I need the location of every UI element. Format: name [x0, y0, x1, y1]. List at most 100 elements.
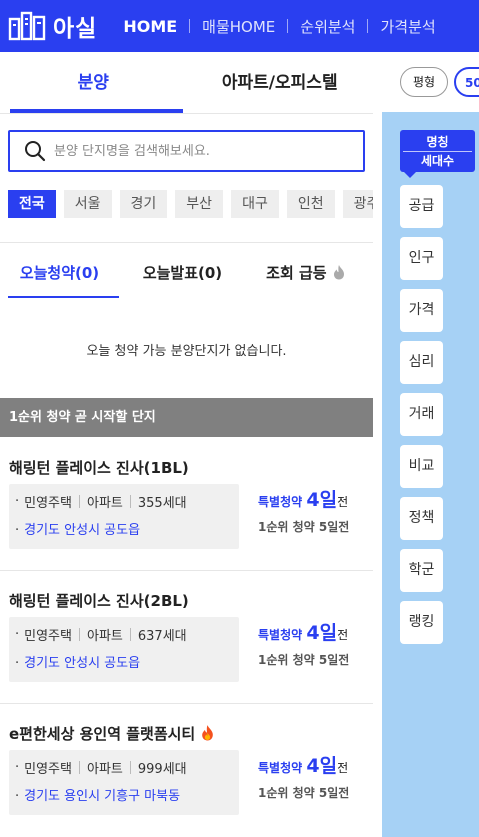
listing-attributes: · 민영주택 아파트 637세대 — [15, 625, 187, 644]
bullet: · — [15, 494, 20, 509]
fire-icon — [333, 265, 344, 280]
subtab-trending[interactable]: 조회 급등 — [246, 255, 366, 295]
region-filter: 전국 서울 경기 부산 대구 인천 광주 — [8, 190, 373, 218]
search-input[interactable] — [54, 143, 344, 159]
listing-info-box: · 민영주택 아파트 637세대 · 경기도 안성시 공도읍 — [9, 617, 239, 682]
area-filter-button[interactable]: 평형 — [400, 67, 448, 97]
listing-title[interactable]: 해링턴 플레이스 진사(1BL) — [9, 457, 189, 478]
listing-schedule: 특별청약 4일전 1순위 청약 5일전 — [258, 618, 368, 668]
region-chip-seoul[interactable]: 서울 — [63, 190, 112, 218]
listing-building: 아파트 — [86, 762, 123, 777]
listing-type: 민영주택 — [24, 762, 72, 777]
badge-name-label: 명칭 — [426, 135, 449, 149]
subtab-today-announcement[interactable]: 오늘발표(0) — [119, 255, 246, 295]
side-button-supply[interactable]: 공급 — [400, 185, 443, 228]
dday-label: 특별청약 — [258, 628, 303, 642]
logo-icon — [8, 11, 46, 41]
listing-location-row: · 경기도 안성시 공도읍 — [15, 519, 140, 538]
section-title: 1순위 청약 곧 시작할 단지 — [0, 398, 373, 437]
listing-location-row: · 경기도 용인시 기흥구 마북동 — [15, 785, 180, 804]
badge-units-label: 세대수 — [420, 154, 455, 168]
logo[interactable]: 아실 — [8, 9, 97, 43]
listing-card[interactable]: 해링턴 플레이스 진사(1BL) · 민영주택 아파트 355세대 · 경기도 안… — [0, 437, 373, 570]
nav-home[interactable]: HOME — [123, 17, 177, 36]
subtab-trending-label: 조회 급등 — [266, 264, 327, 282]
search-box[interactable] — [8, 130, 365, 172]
top-header: 아실 HOME 매물HOME 순위분석 가격분석 — [0, 0, 479, 52]
side-button-population[interactable]: 인구 — [400, 237, 443, 280]
listing-location[interactable]: 경기도 안성시 공도읍 — [24, 656, 140, 671]
first-rank-dday: 1순위 청약 5일전 — [258, 520, 350, 534]
region-chip-daegu[interactable]: 대구 — [231, 190, 279, 218]
special-subscription-dday: 특별청약 4일전 — [258, 751, 368, 778]
listing-title[interactable]: 해링턴 플레이스 진사(2BL) — [9, 590, 189, 611]
size-filter-button[interactable]: 50 — [454, 67, 479, 97]
divider — [0, 242, 373, 243]
listing-building: 아파트 — [86, 496, 123, 511]
fire-icon — [202, 725, 214, 741]
dday-suffix: 전 — [337, 761, 349, 775]
subtab-today-subscription[interactable]: 오늘청약(0) — [0, 255, 119, 295]
listing-building: 아파트 — [86, 629, 123, 644]
listing-schedule: 특별청약 4일전 1순위 청약 5일전 — [258, 751, 368, 801]
listing-info-box: · 민영주택 아파트 999세대 · 경기도 용인시 기흥구 마북동 — [9, 750, 239, 815]
dday-label: 특별청약 — [258, 761, 303, 775]
tab-active-indicator — [10, 109, 183, 113]
dday-suffix: 전 — [337, 495, 349, 509]
nav-divider — [287, 19, 289, 33]
dday-number: 4일 — [306, 622, 338, 644]
map-side-panel: 평형 50 명칭 세대수 공급 인구 가격 심리 거래 비교 정책 학군 랭킹 — [382, 52, 479, 837]
side-button-trade[interactable]: 거래 — [400, 393, 443, 436]
side-button-sentiment[interactable]: 심리 — [400, 341, 443, 384]
main-tabs: 분양 아파트/오피스텔 — [0, 52, 373, 114]
subtab-active-indicator — [8, 296, 119, 298]
nav-price[interactable]: 가격분석 — [380, 16, 435, 37]
nav-divider — [189, 19, 191, 33]
listing-title: e편한세상 용인역 플랫폼시티 — [9, 725, 196, 743]
badge-pointer — [404, 172, 416, 178]
tab-presale[interactable]: 분양 — [0, 52, 187, 113]
dday-number: 4일 — [306, 755, 338, 777]
listing-location[interactable]: 경기도 용인시 기흥구 마북동 — [24, 789, 180, 804]
label-toggle-badge[interactable]: 명칭 세대수 — [400, 130, 475, 172]
region-chip-all[interactable]: 전국 — [8, 190, 56, 218]
bullet: · — [15, 789, 20, 804]
bullet: · — [15, 523, 20, 538]
region-chip-incheon[interactable]: 인천 — [286, 190, 335, 218]
side-button-school[interactable]: 학군 — [400, 549, 443, 592]
separator — [129, 628, 131, 641]
dday-label: 특별청약 — [258, 495, 303, 509]
listing-location-row: · 경기도 안성시 공도읍 — [15, 652, 140, 671]
listing-units: 637세대 — [137, 629, 187, 644]
side-button-compare[interactable]: 비교 — [400, 445, 443, 488]
sub-tabs: 오늘청약(0) 오늘발표(0) 조회 급등 — [0, 255, 373, 298]
listing-attributes: · 민영주택 아파트 355세대 — [15, 492, 187, 511]
region-chip-busan[interactable]: 부산 — [175, 190, 224, 218]
separator — [78, 761, 80, 774]
separator — [78, 495, 80, 508]
listing-info-box: · 민영주택 아파트 355세대 · 경기도 안성시 공도읍 — [9, 484, 239, 549]
dday-number: 4일 — [306, 489, 338, 511]
listing-units: 355세대 — [137, 496, 187, 511]
nav-listing-home[interactable]: 매물HOME — [202, 16, 275, 37]
listing-units: 999세대 — [137, 762, 187, 777]
region-chip-gyeonggi[interactable]: 경기 — [119, 190, 168, 218]
listing-type: 민영주택 — [24, 496, 72, 511]
side-button-price[interactable]: 가격 — [400, 289, 443, 332]
first-rank-dday: 1순위 청약 5일전 — [258, 786, 350, 800]
side-button-ranking[interactable]: 랭킹 — [400, 601, 443, 644]
bullet: · — [15, 760, 20, 775]
region-chip-gwangju[interactable]: 광주 — [342, 190, 373, 218]
special-subscription-dday: 특별청약 4일전 — [258, 618, 368, 645]
listing-card[interactable]: e편한세상 용인역 플랫폼시티 · 민영주택 아파트 999세대 · 경기도 용인… — [0, 703, 373, 837]
search-icon[interactable] — [24, 140, 46, 162]
special-subscription-dday: 특별청약 4일전 — [258, 485, 368, 512]
listing-location[interactable]: 경기도 안성시 공도읍 — [24, 523, 140, 538]
nav-ranking[interactable]: 순위분석 — [300, 16, 355, 37]
listing-card[interactable]: 해링턴 플레이스 진사(2BL) · 민영주택 아파트 637세대 · 경기도 안… — [0, 570, 373, 703]
tab-apartment-officetel[interactable]: 아파트/오피스텔 — [187, 52, 374, 113]
side-button-policy[interactable]: 정책 — [400, 497, 443, 540]
empty-message: 오늘 청약 가능 분양단지가 없습니다. — [86, 344, 287, 359]
bullet: · — [15, 656, 20, 671]
listing-title-row[interactable]: e편한세상 용인역 플랫폼시티 — [9, 723, 215, 744]
